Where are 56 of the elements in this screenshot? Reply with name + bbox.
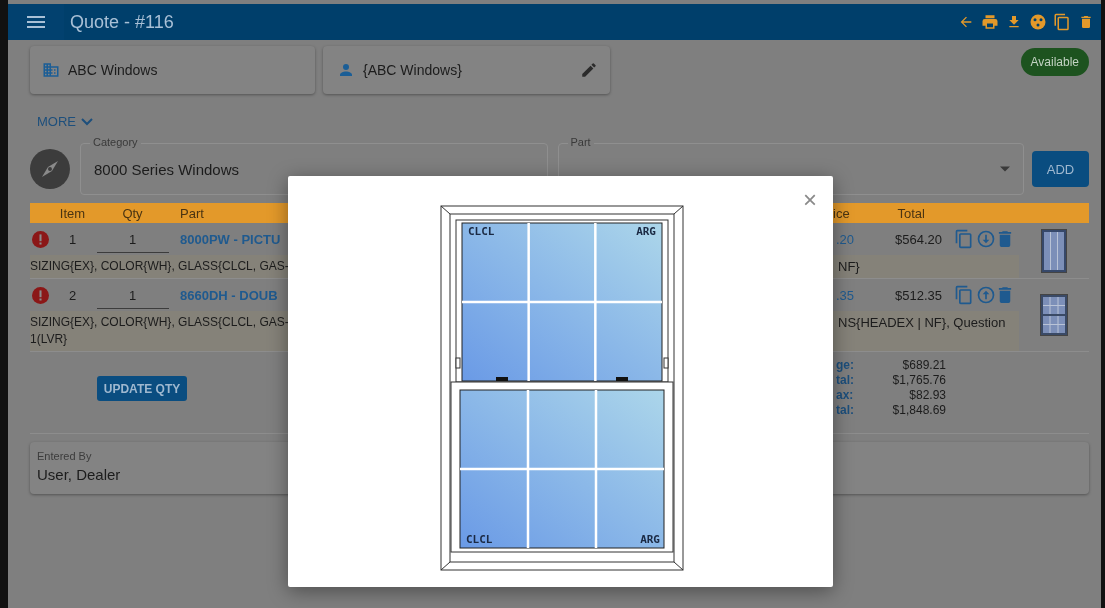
print-button[interactable] <box>981 12 999 32</box>
chevron-icon <box>81 116 93 127</box>
total-value: $1,848.69 <box>891 403 946 417</box>
options-text: SIZING{EX}, COLOR{WH}, GLASS{CLCL, GAS- <box>30 258 288 275</box>
price-cell-text: .35 <box>836 287 856 303</box>
column-header: Qty <box>121 205 144 221</box>
options-text: NF} <box>838 258 860 276</box>
update-qty-button[interactable]: UPDATE QTY <box>97 376 187 401</box>
error-icon <box>32 230 49 248</box>
item-number: 2 <box>67 287 78 303</box>
glass-label: ARG <box>640 533 660 546</box>
total-label: ge: <box>836 358 855 372</box>
more-link[interactable]: MORE <box>37 114 93 129</box>
total-label: ax: <box>836 388 855 402</box>
price-cell-text: .20 <box>836 231 856 247</box>
menu-icon <box>27 15 45 29</box>
dropdown-arrow-icon <box>1000 166 1011 172</box>
column-header: Item <box>58 205 87 221</box>
copy-button[interactable] <box>1053 12 1071 32</box>
compass-icon <box>30 149 70 189</box>
window-thumbnail <box>1041 228 1067 273</box>
person-icon <box>337 61 355 79</box>
window-thumbnail <box>1040 294 1068 336</box>
total-cell-text: $564.20 <box>894 231 942 247</box>
glass-label: ARG <box>636 225 656 238</box>
total-label: tal: <box>836 373 855 387</box>
column-header: Part <box>179 205 205 221</box>
company-card[interactable]: ABC Windows <box>30 46 315 94</box>
column-header: ice <box>833 205 851 221</box>
quantity-field[interactable]: 1 <box>96 281 169 309</box>
options-text: SIZING{EX}, COLOR{WH}, GLASS{CLCL, GAS- <box>30 314 288 331</box>
total-value: $689.21 <box>901 358 946 372</box>
contact-card[interactable]: {ABC Windows} <box>323 46 610 94</box>
contact-name: {ABC Windows} <box>363 62 463 78</box>
error-icon <box>32 286 49 304</box>
total-cell-text: $512.35 <box>894 287 942 303</box>
options-text: NS{HEADEX | NF}, Question <box>838 314 1006 332</box>
total-value: $1,765.76 <box>891 373 946 387</box>
status-badge: Available <box>1020 48 1089 76</box>
page-title: Quote - #116 <box>70 11 174 33</box>
company-name: ABC Windows <box>68 62 158 78</box>
total-value: $82.93 <box>908 388 946 402</box>
quantity-field[interactable]: 1 <box>96 225 169 253</box>
edit-button[interactable] <box>580 61 598 79</box>
total-label: tal: <box>836 403 855 417</box>
glass-label: CLCL <box>468 225 495 238</box>
building-icon <box>42 61 60 79</box>
menu-button[interactable] <box>8 4 64 40</box>
options-text: 1(LVR} <box>30 331 69 348</box>
column-header: Total <box>896 205 926 221</box>
field-value: User, Dealer <box>37 466 122 483</box>
glass-label: CLCL <box>466 533 493 546</box>
add-button[interactable]: ADD <box>1032 151 1089 187</box>
circle-dots-button[interactable] <box>1029 12 1047 32</box>
field-label: Entered By <box>37 450 93 462</box>
item-number: 1 <box>67 231 78 247</box>
